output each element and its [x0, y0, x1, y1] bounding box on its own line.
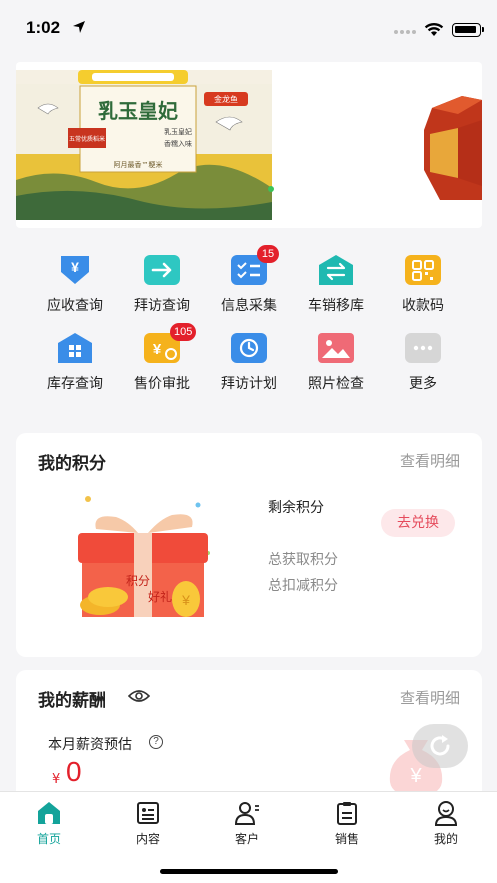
gift-text-2: 好礼	[148, 589, 172, 604]
tab-profile[interactable]: 我的	[416, 800, 476, 847]
points-detail-link[interactable]: 查看明细	[400, 450, 460, 471]
home-indicator	[160, 869, 338, 874]
svg-text:¥: ¥	[71, 259, 79, 275]
wifi-icon	[424, 22, 444, 36]
tab-sales[interactable]: 销售	[317, 800, 377, 847]
action-receivable-query[interactable]: ¥ 应收查询	[30, 255, 120, 315]
action-visit-query[interactable]: 拜访查询	[117, 255, 207, 315]
banner-page-indicator	[268, 186, 274, 192]
yuan-down-icon: ¥	[57, 255, 93, 285]
notification-badge: 105	[170, 323, 197, 341]
content-icon	[137, 802, 159, 824]
points-title: 我的积分	[38, 454, 106, 474]
action-label: 收款码	[402, 298, 444, 314]
status-bar: 1:02	[0, 0, 497, 58]
battery-icon	[452, 23, 484, 37]
banner-slogan-2: 香糯入味	[164, 139, 192, 148]
tab-label: 首页	[36, 832, 61, 846]
customer-icon	[234, 802, 259, 825]
action-visit-plan[interactable]: 拜访计划	[204, 333, 294, 393]
action-label: 车销移库	[308, 298, 364, 314]
home-icon	[38, 802, 60, 824]
refresh-icon	[430, 735, 450, 756]
visit-plan-icon	[231, 333, 267, 363]
salary-card: 我的薪酬 查看明细 本月薪资预估 ? ¥ 0 ¥	[16, 670, 482, 800]
inventory-icon	[57, 333, 93, 363]
banner-slogan-1: 乳玉皇妃	[164, 127, 192, 136]
points-deduct-label: 总扣减积分	[268, 578, 338, 594]
qrcode-icon	[405, 255, 441, 285]
arrow-right-icon	[144, 255, 180, 285]
points-card: 我的积分 查看明细 积分 好礼 ¥ 剩余积分 去兑换 总获取积分 总扣减积分	[16, 433, 482, 657]
tab-content[interactable]: 内容	[118, 800, 178, 847]
tab-label: 我的	[433, 832, 458, 846]
svg-text:¥: ¥	[153, 341, 162, 358]
eye-icon[interactable]	[128, 688, 150, 704]
action-payment-code[interactable]: 收款码	[378, 255, 468, 315]
banner-product-name: 乳玉皇妃	[98, 99, 178, 123]
price-approval-icon: ¥ 105	[144, 323, 197, 363]
banner-origin-tag: 五常优质稻米	[69, 135, 105, 143]
tab-home[interactable]: 首页	[19, 800, 79, 847]
tab-label: 客户	[234, 832, 259, 846]
gift-text-1: 积分	[126, 574, 150, 588]
salary-currency: ¥	[52, 772, 61, 787]
action-label: 照片检查	[308, 376, 364, 392]
tab-customer[interactable]: 客户	[217, 800, 277, 847]
photo-icon	[318, 333, 354, 363]
oil-jar-image	[424, 96, 482, 200]
action-price-approval[interactable]: ¥ 105 售价审批	[117, 323, 207, 393]
svg-text:¥: ¥	[181, 592, 190, 608]
help-icon[interactable]: ?	[149, 735, 163, 749]
points-remaining-label: 剩余积分	[268, 500, 324, 516]
promo-banner[interactable]: 乳玉皇妃 阿月最香™粳米 五常优质稻米 乳玉皇妃 香糯入味 金龙鱼	[16, 62, 482, 228]
action-label: 应收查询	[47, 298, 103, 314]
action-label: 更多	[409, 376, 437, 392]
action-inventory-query[interactable]: 库存查询	[30, 333, 120, 393]
action-info-collect[interactable]: 15 信息采集	[204, 245, 294, 315]
rice-bag-image: 乳玉皇妃 阿月最香™粳米 五常优质稻米 乳玉皇妃 香糯入味 金龙鱼	[16, 70, 272, 220]
points-total-label: 总获取积分	[268, 552, 338, 568]
signal-icon	[394, 30, 416, 34]
action-label: 库存查询	[47, 376, 103, 392]
banner-footer: 阿月最香™粳米	[114, 160, 163, 169]
checklist-icon: 15	[231, 245, 279, 285]
banner-brand-tag: 金龙鱼	[214, 94, 238, 104]
sales-icon	[337, 802, 357, 825]
action-label: 售价审批	[134, 376, 190, 392]
svg-text:¥: ¥	[409, 765, 422, 787]
refresh-button[interactable]	[412, 724, 468, 768]
notification-badge: 15	[257, 245, 279, 263]
action-label: 拜访计划	[221, 376, 277, 392]
status-time: 1:02	[26, 18, 61, 37]
tab-label: 内容	[135, 832, 160, 846]
transfer-icon	[318, 255, 354, 285]
salary-title: 我的薪酬	[38, 691, 106, 711]
tab-label: 销售	[334, 832, 359, 846]
action-more[interactable]: 更多	[378, 333, 468, 393]
more-icon	[405, 333, 441, 363]
action-vehicle-transfer[interactable]: 车销移库	[291, 255, 381, 315]
gift-box-icon: 积分 好礼 ¥	[78, 496, 210, 617]
action-photo-check[interactable]: 照片检查	[291, 333, 381, 393]
action-label: 拜访查询	[134, 298, 190, 314]
location-arrow-icon	[73, 21, 85, 33]
exchange-button[interactable]: 去兑换	[381, 509, 455, 537]
salary-value: 0	[66, 756, 82, 787]
action-label: 信息采集	[221, 298, 277, 314]
salary-estimate-label: 本月薪资预估	[48, 737, 132, 753]
salary-detail-link[interactable]: 查看明细	[400, 687, 460, 708]
profile-icon	[434, 801, 458, 826]
